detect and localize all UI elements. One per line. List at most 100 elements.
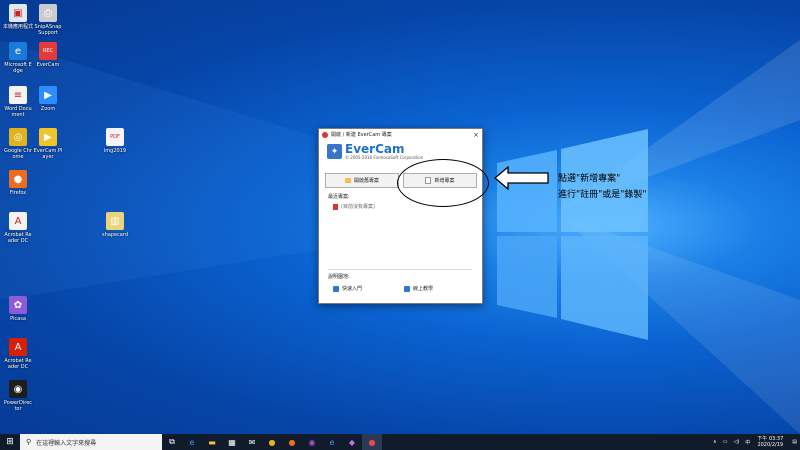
file-explorer-icon[interactable]: ▬ <box>202 434 222 450</box>
evercam-logo: ✦ EverCam © 2005-2018 FormosaSoft Corpor… <box>327 143 423 160</box>
mail-icon[interactable]: ✉ <box>242 434 262 450</box>
zoom-icon: ▶ <box>39 86 57 104</box>
desktop-icon-label: EverCam Player <box>33 148 63 160</box>
desktop-icon-label: img2019 <box>103 148 127 154</box>
media-app-icon[interactable]: ◉ <box>302 434 322 450</box>
help-link-icon <box>333 285 339 292</box>
acrobat-icon: A <box>9 212 27 230</box>
acrobat-icon: A <box>9 338 27 356</box>
evercam-project-dialog: 開啟 / 新建 EverCam 專案 × ✦ EverCam © 2005-20… <box>318 128 483 304</box>
desktop-icon-label: Google Chrome <box>4 148 32 160</box>
printer-icon: ⎙ <box>39 4 57 22</box>
firefox-icon: ● <box>9 170 27 188</box>
desktop-icon-label: Acrobat Reader DC <box>4 232 32 244</box>
open-project-label: 開啟舊專案 <box>353 178 379 184</box>
online-tutorial-link[interactable]: 線上教學 <box>404 285 433 292</box>
logo-name: EverCam <box>345 142 405 156</box>
desktop-icon-label: Zoom <box>40 106 56 112</box>
player-icon: ▶ <box>39 128 57 146</box>
volume-icon[interactable]: ◁) <box>733 439 739 445</box>
ie-taskbar-icon[interactable]: e <box>322 434 342 450</box>
windows-logo <box>497 129 648 340</box>
chrome-taskbar-icon[interactable]: ● <box>262 434 282 450</box>
desktop-icon[interactable]: ⎙ SnipASnap Support <box>33 4 63 36</box>
firefox-taskbar-icon[interactable]: ● <box>282 434 302 450</box>
desktop-icon[interactable]: ◎ Google Chrome <box>3 128 33 160</box>
pc-icon: ▣ <box>9 4 27 22</box>
desktop-icon[interactable]: e Microsoft Edge <box>3 42 33 74</box>
quickstart-label: 快速入門 <box>342 286 363 292</box>
recent-project-text: (目前沒有專案) <box>341 204 375 210</box>
desktop-icon-label: Picasa <box>10 316 26 322</box>
quickstart-link[interactable]: 快速入門 <box>333 285 362 292</box>
desktop-icon-label: Microsoft Edge <box>4 62 32 74</box>
pin-app-icon[interactable]: ◆ <box>342 434 362 450</box>
search-icon: ⚲ <box>26 438 32 446</box>
desktop-icon[interactable]: ◉ PowerDirector <box>3 380 33 412</box>
start-button[interactable]: ⊞ <box>0 434 20 450</box>
pdf-file-icon: PDF <box>106 128 124 146</box>
open-project-button[interactable]: 開啟舊專案 <box>325 173 399 188</box>
help-link-icon <box>404 285 410 292</box>
store-icon[interactable]: ▦ <box>222 434 242 450</box>
edge-icon: e <box>9 42 27 60</box>
search-placeholder: 在這裡輸入文字來搜尋 <box>36 439 97 447</box>
system-tray: ∧ ▭ ◁) 中 下午 03:37 2020/2/19 ▤ <box>710 434 800 450</box>
desktop-icon[interactable]: ▶ Zoom <box>33 86 63 112</box>
annotation-text: 點選"新增專案" 進行"註冊"或是"錄製" <box>558 171 647 203</box>
desktop-icon-label: Firefox <box>9 190 27 196</box>
desktop-icon[interactable]: REC EverCam <box>33 42 63 68</box>
desktop-icon[interactable]: ▣ 本機應用程式 <box>3 4 33 30</box>
desktop-icon-label: Word Document <box>4 106 32 118</box>
online-tutorial-label: 線上教學 <box>413 286 434 292</box>
desktop-icon[interactable]: ▥ shapecard <box>100 212 130 238</box>
clock-date: 2020/2/19 <box>757 442 784 448</box>
desktop-icon-label: Acrobat Reader DC <box>4 358 32 370</box>
folder-icon <box>344 178 351 183</box>
task-view-icon[interactable]: ⧉ <box>162 434 182 450</box>
camera-logo-icon: ✦ <box>327 144 342 159</box>
desktop-icon[interactable]: ≡ Word Document <box>3 86 33 118</box>
close-icon[interactable]: × <box>473 131 479 139</box>
desktop-icon[interactable]: PDF img2019 <box>100 128 130 154</box>
notification-icon[interactable]: ▤ <box>792 439 797 445</box>
desktop-icon-label: PowerDirector <box>3 400 33 412</box>
recent-project-item: (目前沒有專案) <box>333 203 375 210</box>
ime-icon[interactable]: 中 <box>745 439 750 446</box>
help-header: 說明園地: <box>328 274 350 280</box>
dialog-titlebar: 開啟 / 新建 EverCam 專案 × <box>319 129 482 140</box>
desktop-icon-label: 本機應用程式 <box>3 24 34 30</box>
chevron-up-icon[interactable]: ∧ <box>713 439 717 445</box>
desktop: ▣ 本機應用程式 ⎙ SnipASnap Support e Microsoft Edge… <box>0 0 800 434</box>
recent-projects-header: 最近專案: <box>328 194 350 200</box>
clock[interactable]: 下午 03:37 2020/2/19 <box>757 436 783 448</box>
annotation-line-1: 點選"新增專案" <box>558 174 621 184</box>
picasa-icon: ✿ <box>9 296 27 314</box>
desktop-icon[interactable]: ● Firefox <box>3 170 33 196</box>
chrome-icon: ◎ <box>9 128 27 146</box>
doc-icon: ≡ <box>9 86 27 104</box>
zip-file-icon: ▥ <box>106 212 124 230</box>
rec-icon: REC <box>39 42 57 60</box>
desktop-icon[interactable]: A Acrobat Reader DC <box>3 338 33 370</box>
director-icon: ◉ <box>9 380 27 398</box>
annotation-line-2: 進行"註冊"或是"錄製" <box>558 190 647 200</box>
annotation-oval <box>397 159 489 207</box>
evercam-app-icon <box>322 131 328 138</box>
copyright-text: © 2005-2018 FormosaSoft Corporation <box>345 155 424 160</box>
annotation-arrow <box>493 165 549 191</box>
taskbar-search-box[interactable]: ⚲ 在這裡輸入文字來搜尋 <box>20 434 162 450</box>
desktop-icon[interactable]: ✿ Picasa <box>3 296 33 322</box>
edge-taskbar-icon[interactable]: e <box>182 434 202 450</box>
desktop-icon[interactable]: A Acrobat Reader DC <box>3 212 33 244</box>
network-icon[interactable]: ▭ <box>723 439 728 445</box>
dialog-title: 開啟 / 新建 EverCam 專案 <box>331 132 392 138</box>
desktop-icon[interactable]: ▶ EverCam Player <box>33 128 63 160</box>
divider <box>328 269 472 270</box>
desktop-icon-label: SnipASnap Support <box>34 24 62 36</box>
evercam-taskbar-icon[interactable]: ● <box>362 434 382 450</box>
desktop-icon-label: EverCam <box>36 62 60 68</box>
desktop-icon-label: shapecard <box>101 232 129 238</box>
evercam-file-icon <box>333 203 338 210</box>
taskbar: ⊞ ⚲ 在這裡輸入文字來搜尋 ⧉ e ▬ ▦ ✉ ● ● ◉ e ◆ ● ∧ ▭… <box>0 434 800 450</box>
